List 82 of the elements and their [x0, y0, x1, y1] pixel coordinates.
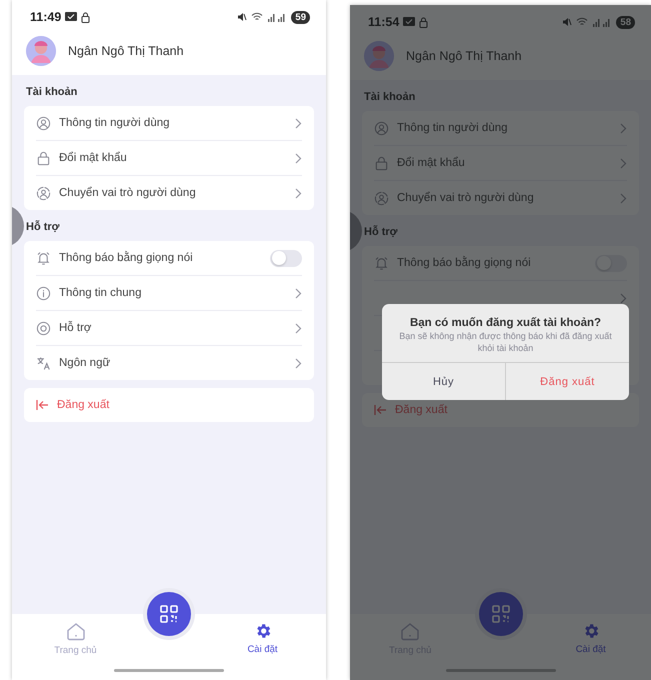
setting-row[interactable]: Ngôn ngữ — [36, 346, 302, 380]
mute-icon — [562, 17, 572, 27]
setting-label: Ngôn ngữ — [59, 357, 112, 369]
chevron-right-icon — [295, 322, 302, 334]
lock-icon — [419, 16, 428, 28]
chevron-right-icon — [620, 192, 627, 204]
chevron-right-icon — [295, 152, 302, 164]
nav-tab[interactable]: Trang chủ — [12, 622, 139, 656]
user-name: Ngân Ngô Thị Thanh — [406, 49, 522, 63]
chevron-right-icon — [620, 292, 627, 304]
padlock-icon — [374, 156, 389, 170]
chevron-right-icon — [295, 118, 302, 128]
dialog-message: Bạn sẽ không nhận được thông báo khi đã đăng xuất khỏi tài khoản — [398, 331, 613, 355]
setting-row[interactable]: Đổi mật khẩu — [36, 141, 302, 176]
home-indicator[interactable] — [446, 669, 556, 672]
section-title: Hỗ trợ — [25, 219, 60, 235]
user-switch-icon — [374, 190, 389, 206]
message-icon — [403, 17, 416, 27]
dialog-title: Bạn có muốn đăng xuất tài khoản? — [408, 316, 602, 331]
section-title: Hỗ trợ — [363, 224, 398, 240]
setting-row[interactable]: Thông báo bằng giọng nói — [36, 241, 302, 276]
toggle-switch[interactable] — [270, 250, 302, 266]
qr-code-icon — [492, 605, 510, 623]
dialog-button[interactable]: Đăng xuất — [505, 363, 629, 400]
section-title: Tài khoản — [25, 85, 78, 100]
logout-button[interactable]: Đăng xuất — [24, 388, 314, 422]
logout-icon — [374, 404, 387, 416]
home-icon — [66, 622, 86, 641]
lock-icon — [81, 12, 90, 22]
nav-tab[interactable]: Cài đặt — [530, 622, 651, 655]
logout-icon — [36, 399, 49, 411]
status-time: 11:49 — [30, 10, 62, 24]
setting-label: Thông báo bằng giọng nói — [397, 257, 532, 269]
battery-level: 58 — [616, 16, 635, 28]
wifi-icon — [576, 17, 588, 27]
setting-label: Đổi mật khẩu — [397, 157, 466, 169]
home-indicator[interactable] — [114, 669, 224, 672]
signal-icon — [592, 18, 612, 26]
setting-row[interactable]: Chuyển vai trò người dùng — [36, 176, 302, 210]
chevron-right-icon — [295, 188, 302, 198]
user-icon — [374, 120, 389, 136]
user-switch-icon — [36, 186, 51, 200]
home-icon — [400, 622, 420, 641]
setting-row[interactable]: Thông tin chung — [36, 276, 302, 311]
setting-row[interactable]: Hỗ trợ — [36, 311, 302, 346]
setting-label: Chuyển vai trò người dùng — [59, 187, 197, 199]
setting-row[interactable]: Thông tin người dùng — [374, 111, 627, 146]
bell-icon — [36, 250, 51, 266]
user-icon — [36, 116, 51, 130]
mute-icon — [237, 12, 248, 22]
setting-label: Thông báo bằng giọng nói — [59, 252, 194, 264]
signal-icon — [267, 12, 288, 22]
padlock-icon — [36, 150, 51, 166]
chevron-right-icon — [295, 358, 302, 368]
setting-label: Thông tin chung — [59, 287, 142, 299]
setting-label: Chuyển vai trò người dùng — [397, 192, 535, 204]
qr-scan-button[interactable] — [147, 592, 191, 636]
chevron-right-icon — [620, 158, 627, 168]
section-title: Tài khoản — [363, 90, 416, 105]
message-icon — [65, 12, 78, 22]
avatar-icon — [26, 36, 56, 66]
qr-scan-button[interactable] — [478, 592, 522, 636]
setting-label: Thông tin người dùng — [59, 117, 171, 129]
setting-row[interactable]: Chuyển vai trò người dùng — [374, 181, 627, 215]
setting-row[interactable]: Đổi mật khẩu — [374, 146, 627, 181]
lifebuoy-icon — [36, 320, 51, 336]
user-name: Ngân Ngô Thị Thanh — [68, 44, 184, 58]
status-time: 11:54 — [368, 15, 400, 29]
nav-tab[interactable]: Cài đặt — [199, 622, 326, 655]
battery-level: 59 — [291, 10, 310, 24]
info-icon — [36, 286, 51, 300]
setting-row[interactable]: Thông báo bằng giọng nói — [374, 246, 627, 281]
setting-label: Thông tin người dùng — [397, 122, 509, 134]
translate-icon — [36, 356, 51, 370]
bell-icon — [374, 256, 389, 270]
chevron-right-icon — [620, 122, 627, 134]
setting-label: Hỗ trợ — [59, 322, 92, 334]
setting-label: Đổi mật khẩu — [59, 152, 128, 164]
qr-code-icon — [160, 605, 178, 623]
setting-row[interactable]: Thông tin người dùng — [36, 106, 302, 141]
wifi-icon — [251, 12, 264, 22]
chevron-right-icon — [295, 288, 302, 298]
